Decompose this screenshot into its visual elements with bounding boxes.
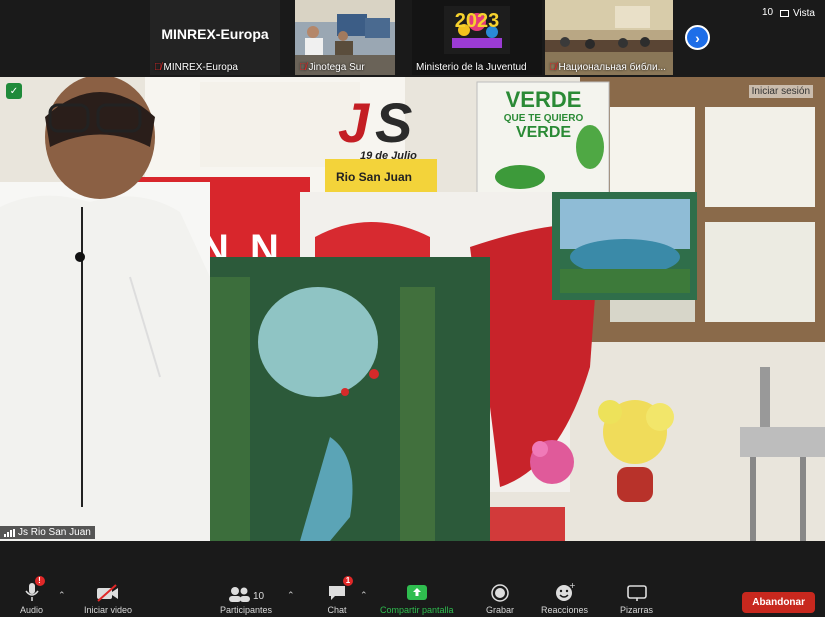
video-off-icon: [96, 580, 120, 602]
record-label: Grabar: [486, 605, 515, 615]
participant-tile-minrex[interactable]: MINREX-Europa 🎙̸ MINREX-Europa: [150, 0, 280, 75]
signal-bars-icon: [4, 528, 15, 537]
participant-tile-biblioteca[interactable]: 🎙̸ Национальная библи...: [545, 0, 673, 75]
participants-label: Participantes: [220, 605, 273, 615]
gallery-strip: MINREX-Europa 🎙̸ MINREX-Europa 🎙̸ Jinote…: [0, 0, 825, 77]
next-page-button[interactable]: ›: [685, 25, 710, 50]
microphone-icon: !: [24, 576, 45, 602]
active-speaker-video[interactable]: N N J S ✓ Iniciar sesión Js Rio San Juan…: [0, 77, 825, 541]
participant-name-large: MINREX-Europa: [161, 26, 269, 42]
tile-name-text: Национальная библи...: [558, 62, 666, 73]
whiteboards-button[interactable]: Pizarras: [620, 580, 653, 617]
participants-button[interactable]: 10 Participantes: [220, 580, 272, 617]
reactions-label: Reacciones: [541, 605, 589, 615]
tile-name-text: MINREX-Europa: [163, 62, 238, 73]
grid-view-icon: [779, 10, 789, 17]
share-screen-button[interactable]: Compartir pantalla: [380, 580, 454, 617]
record-icon: [491, 580, 509, 602]
tile-name-text: Jinotega Sur: [308, 62, 365, 73]
banner-place: Rio San Juan: [336, 170, 413, 184]
view-label: Vista: [792, 8, 815, 19]
svg-text:J: J: [338, 91, 371, 154]
meeting-controls-toolbar: ! Audio ⌃ Iniciar video 10 Participantes…: [0, 541, 825, 617]
participant-tile-jinotega[interactable]: 🎙̸ Jinotega Sur: [295, 0, 395, 75]
chat-button[interactable]: 1 Chat: [327, 576, 353, 617]
chat-label: Chat: [327, 605, 347, 615]
speaker-name-text: Js Rio San Juan: [18, 527, 91, 538]
security-shield-icon[interactable]: ✓: [6, 83, 22, 99]
poster-title: VERDE QUE TE QUIERO VERDE: [486, 87, 601, 142]
chat-options-chevron-icon[interactable]: ⌃: [360, 590, 368, 601]
participants-options-chevron-icon[interactable]: ⌃: [287, 590, 295, 601]
whiteboards-label: Pizarras: [620, 605, 654, 615]
poster-line-1: VERDE: [505, 87, 582, 112]
svg-text:S: S: [375, 91, 412, 154]
chat-bubble-icon: 1: [327, 576, 353, 602]
view-button[interactable]: Vista: [779, 8, 815, 19]
svg-text:+: +: [569, 582, 575, 590]
poster-line-2: QUE TE QUIERO: [503, 113, 584, 124]
mic-muted-icon: 🎙̸: [299, 62, 307, 73]
audio-warning-badge: !: [34, 576, 45, 586]
speaker-video-frame: N N J S: [0, 77, 825, 541]
reactions-button[interactable]: + Reacciones: [541, 580, 588, 617]
participant-name-label: 🎙̸ Jinotega Sur: [299, 62, 365, 73]
participant-tile-ministerio[interactable]: 2023 Ministerio de la Juventud: [412, 0, 542, 75]
participant-counter: 10: [762, 7, 774, 18]
zoom-meeting-window: MINREX-Europa 🎙̸ MINREX-Europa 🎙̸ Jinote…: [0, 0, 825, 617]
start-video-label: Iniciar video: [84, 605, 133, 615]
whiteboard-icon: [626, 580, 647, 602]
participants-icon: 10: [228, 580, 264, 602]
leave-meeting-button[interactable]: Abandonar: [742, 592, 815, 613]
mic-muted-icon: 🎙̸: [154, 62, 162, 73]
chevron-right-icon: ›: [695, 29, 700, 46]
logo-2023: 2023: [454, 10, 500, 32]
record-button[interactable]: Grabar: [486, 580, 514, 617]
sign-in-link[interactable]: Iniciar sesión: [748, 85, 813, 98]
participant-name-label: 🎙̸ MINREX-Europa: [154, 62, 238, 73]
start-video-button[interactable]: Iniciar video: [84, 580, 132, 617]
poster-line-3: VERDE: [515, 124, 572, 141]
participant-count: 10: [252, 591, 265, 602]
audio-label: Audio: [20, 605, 44, 615]
audio-button[interactable]: ! Audio: [20, 576, 45, 617]
participant-name-label: Ministerio de la Juventud: [416, 62, 527, 73]
participant-name-label: 🎙̸ Национальная библи...: [549, 62, 666, 73]
share-screen-icon: [406, 580, 428, 602]
chat-unread-badge: 1: [343, 576, 353, 586]
smiley-add-icon: +: [555, 580, 575, 602]
audio-options-chevron-icon[interactable]: ⌃: [58, 590, 66, 601]
mic-muted-icon: 🎙̸: [549, 62, 557, 73]
share-screen-label: Compartir pantalla: [380, 605, 454, 615]
speaker-name-label: Js Rio San Juan: [0, 526, 95, 539]
banner-date: 19 de Julio: [360, 150, 417, 162]
tile-name-text: Ministerio de la Juventud: [416, 62, 527, 73]
